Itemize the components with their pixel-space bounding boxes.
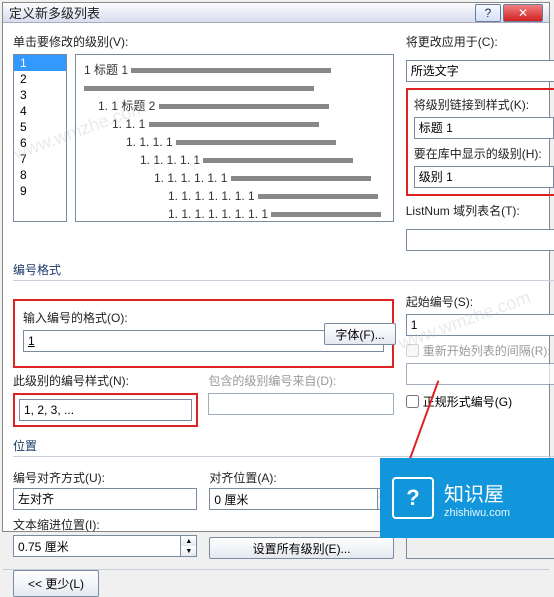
listnum-label: ListNum 域列表名(T): [406,202,554,219]
level-item[interactable]: 9 [14,183,66,199]
restart-select [406,363,554,385]
preview-line: 1. 1. 1. 1. 1. 1 [84,169,385,187]
close-button[interactable]: ✕ [503,4,543,22]
listnum-input[interactable] [406,229,554,251]
indent-at-input[interactable] [13,535,181,557]
preview-line: 1. 1 标题 2 [84,97,385,115]
level-item[interactable]: 7 [14,151,66,167]
tab-stop-spinner: ▲▼ [406,537,554,559]
level-item[interactable]: 8 [14,167,66,183]
level-item[interactable]: 1 [14,55,66,71]
align-at-input[interactable] [209,488,377,510]
indent-at-label: 文本缩进位置(I): [13,516,197,533]
levels-section: 单击要修改的级别(V): 123456789 1 标题 1 1. 1 标题 2 … [13,33,394,251]
link-style-group: 将级别链接到样式(K): 标题 1 要在库中显示的级别(H): 级别 1 [406,88,554,196]
more-less-button[interactable]: << 更少(L) [13,570,99,597]
brand-logo-icon: ? [392,477,434,519]
legal-checkbox[interactable] [406,395,419,408]
dialog-title: 定义新多级列表 [9,3,473,22]
start-at-input[interactable] [406,314,554,336]
level-item[interactable]: 5 [14,119,66,135]
numbering-preview: 1 标题 1 1. 1 标题 2 1. 1. 1 1. 1. 1. 1 1. 1… [75,54,394,222]
preview-line: 1. 1. 1 [84,115,385,133]
gallery-show-label: 要在库中显示的级别(H): [414,145,554,162]
number-format-group: 编号格式 [13,257,554,281]
preview-line [84,79,385,97]
format-right: 起始编号(S): ▲▼ 重新开始列表的间隔(R): 正规形式编号(G) [406,293,554,427]
link-style-label: 将级别链接到样式(K): [414,96,554,113]
level-item[interactable]: 3 [14,87,66,103]
level-listbox[interactable]: 123456789 [13,54,67,222]
preview-line: 1. 1. 1. 1. 1. 1. 1. 1 [84,205,385,222]
set-all-levels-button[interactable]: 设置所有级别(E)... [209,537,393,559]
spin-down-icon[interactable]: ▼ [181,546,196,556]
align-at-spinner[interactable]: ▲▼ [209,488,393,510]
preview-line: 1 标题 1 [84,61,385,79]
position-group: 位置 [13,433,554,457]
modify-level-label: 单击要修改的级别(V): [13,33,394,50]
gallery-show-select[interactable]: 级别 1 [414,166,554,188]
align-label: 编号对齐方式(U): [13,469,197,486]
start-at-spinner[interactable]: ▲▼ [406,314,554,336]
brand-name: 知识屋 [444,478,510,507]
restart-label: 重新开始列表的间隔(R): [423,342,551,359]
apply-to-select[interactable]: 所选文字 [406,60,554,82]
include-from-label: 包含的级别编号来自(D): [208,372,393,389]
this-level-style-select[interactable]: 1, 2, 3, ... [19,399,192,421]
level-item[interactable]: 4 [14,103,66,119]
start-at-label: 起始编号(S): [406,293,554,310]
dialog-footer: << 更少(L) [3,569,549,597]
this-level-style-label: 此级别的编号样式(N): [13,372,198,389]
link-style-select[interactable]: 标题 1 [414,117,554,139]
titlebar: 定义新多级列表 ? ✕ [3,3,549,23]
font-button[interactable]: 字体(F)... [324,323,395,345]
apply-to-label: 将更改应用于(C): [406,33,554,50]
level-item[interactable]: 6 [14,135,66,151]
include-from-select [208,393,393,415]
level-item[interactable]: 2 [14,71,66,87]
preview-line: 1. 1. 1. 1. 1. 1. 1 [84,187,385,205]
brand-overlay: ? 知识屋 zhishiwu.com [380,458,554,538]
dialog-define-multilevel: 定义新多级列表 ? ✕ 单击要修改的级别(V): 123456789 1 标题 … [2,2,550,532]
align-at-label: 对齐位置(A): [209,469,393,486]
indent-at-spinner[interactable]: ▲▼ [13,535,197,557]
preview-line: 1. 1. 1. 1. 1 [84,151,385,169]
help-button[interactable]: ? [475,4,501,22]
tab-stop-input [406,537,554,559]
format-left: 输入编号的格式(O): 此级别的编号样式(N): 1, 2, 3, ... 包含… [13,299,394,427]
restart-checkbox [406,344,419,357]
align-select[interactable]: 左对齐 [13,488,197,510]
brand-url: zhishiwu.com [444,507,510,519]
preview-line: 1. 1. 1. 1 [84,133,385,151]
right-column: 将更改应用于(C): 所选文字 将级别链接到样式(K): 标题 1 要在库中显示… [406,33,554,251]
legal-label: 正规形式编号(G) [423,393,512,410]
